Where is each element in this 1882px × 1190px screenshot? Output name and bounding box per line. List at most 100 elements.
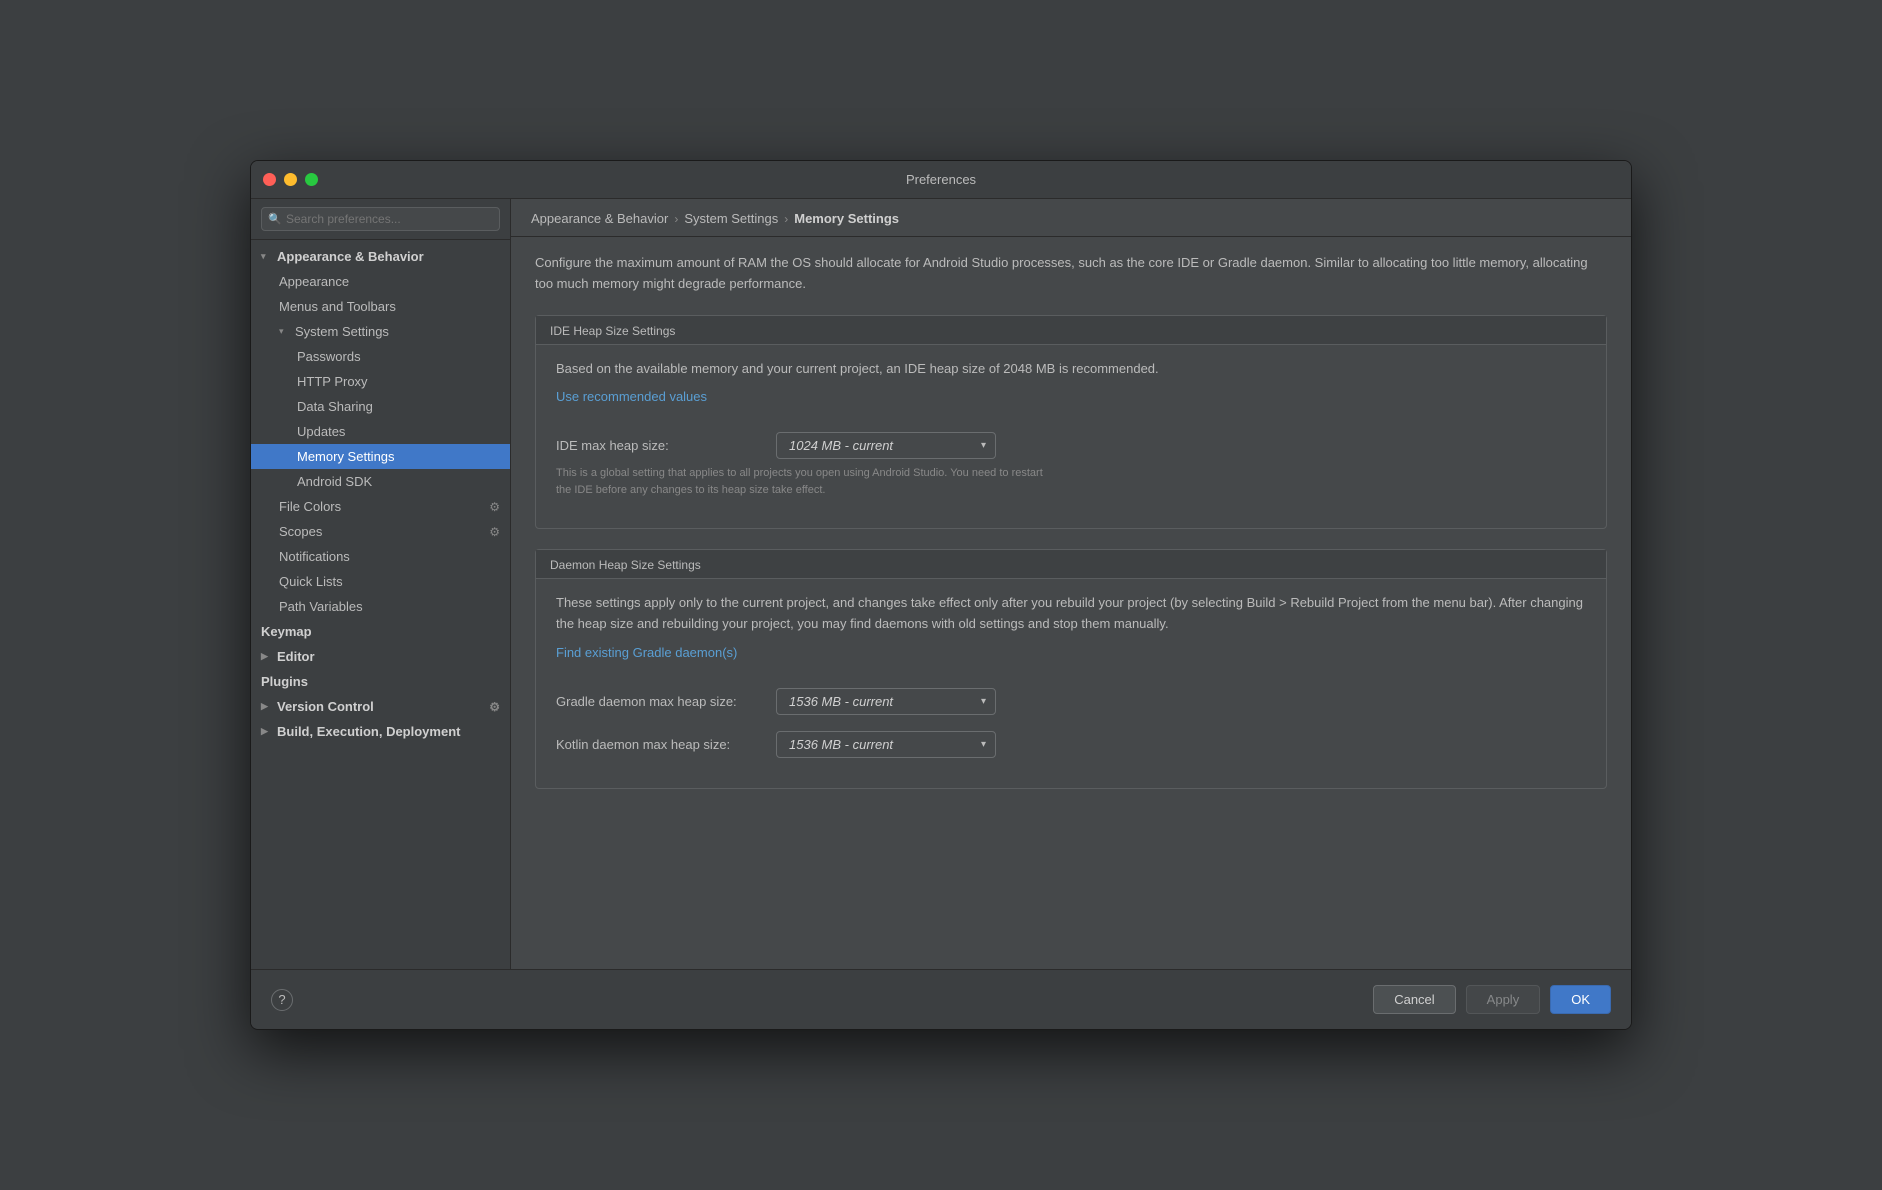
sidebar-item-label: Updates	[297, 424, 345, 439]
kotlin-heap-dropdown-wrapper: 512 MB 750 MB 1024 MB 1536 MB - current …	[776, 731, 996, 758]
sidebar-item-label: Notifications	[279, 549, 350, 564]
ide-heap-setting-block: IDE max heap size: 512 MB 750 MB 1024 MB…	[556, 432, 1586, 498]
gradle-heap-dropdown-wrapper: 512 MB 750 MB 1024 MB 1536 MB - current …	[776, 688, 996, 715]
ok-button[interactable]: OK	[1550, 985, 1611, 1014]
sidebar-item-label: System Settings	[295, 324, 389, 339]
search-bar: 🔍	[251, 199, 510, 240]
breadcrumb: Appearance & Behavior › System Settings …	[511, 199, 1631, 237]
close-button[interactable]	[263, 173, 276, 186]
footer: ? Cancel Apply OK	[251, 969, 1631, 1029]
breadcrumb-item-1: Appearance & Behavior	[531, 211, 668, 226]
content-panel: Appearance & Behavior › System Settings …	[511, 199, 1631, 969]
search-wrapper: 🔍	[261, 207, 500, 231]
sidebar-item-label: Appearance	[279, 274, 349, 289]
cancel-button[interactable]: Cancel	[1373, 985, 1455, 1014]
sidebar-item-quick-lists[interactable]: Quick Lists	[251, 569, 510, 594]
apply-button[interactable]: Apply	[1466, 985, 1541, 1014]
sidebar-item-label: Keymap	[261, 624, 312, 639]
gradle-heap-setting-row: Gradle daemon max heap size: 512 MB 750 …	[556, 688, 1586, 715]
sidebar-item-editor[interactable]: ▶ Editor	[251, 644, 510, 669]
sidebar-item-notifications[interactable]: Notifications	[251, 544, 510, 569]
sidebar-tree: ▾ Appearance & Behavior Appearance Menus…	[251, 240, 510, 969]
sidebar-item-label: Menus and Toolbars	[279, 299, 396, 314]
breadcrumb-item-2: System Settings	[684, 211, 778, 226]
sidebar-item-http-proxy[interactable]: HTTP Proxy	[251, 369, 510, 394]
kotlin-heap-setting-row: Kotlin daemon max heap size: 512 MB 750 …	[556, 731, 1586, 758]
sidebar-item-label: Editor	[277, 649, 315, 664]
sidebar-item-label: HTTP Proxy	[297, 374, 368, 389]
sidebar-item-android-sdk[interactable]: Android SDK	[251, 469, 510, 494]
daemon-heap-title: Daemon Heap Size Settings	[536, 550, 1606, 579]
sidebar-item-label: Version Control	[277, 699, 374, 714]
ide-heap-setting-row: IDE max heap size: 512 MB 750 MB 1024 MB…	[556, 432, 1586, 459]
gradle-heap-dropdown[interactable]: 512 MB 750 MB 1024 MB 1536 MB - current …	[776, 688, 996, 715]
sidebar-item-label: Quick Lists	[279, 574, 343, 589]
ide-heap-body: Based on the available memory and your c…	[536, 345, 1606, 529]
sidebar-item-menus-toolbars[interactable]: Menus and Toolbars	[251, 294, 510, 319]
use-recommended-link[interactable]: Use recommended values	[556, 389, 707, 404]
expand-icon: ▶	[261, 701, 271, 712]
content-scroll: Configure the maximum amount of RAM the …	[511, 237, 1631, 969]
sidebar-item-passwords[interactable]: Passwords	[251, 344, 510, 369]
daemon-heap-section: Daemon Heap Size Settings These settings…	[535, 549, 1607, 789]
kotlin-heap-dropdown[interactable]: 512 MB 750 MB 1024 MB 1536 MB - current …	[776, 731, 996, 758]
minimize-button[interactable]	[284, 173, 297, 186]
window-controls	[263, 173, 318, 186]
sidebar-item-build-execution[interactable]: ▶ Build, Execution, Deployment	[251, 719, 510, 744]
sidebar-item-file-colors[interactable]: File Colors ⚙	[251, 494, 510, 519]
daemon-heap-body: These settings apply only to the current…	[536, 579, 1606, 788]
main-content: 🔍 ▾ Appearance & Behavior Appearance Men…	[251, 199, 1631, 969]
sidebar-item-label: Plugins	[261, 674, 308, 689]
sidebar-item-memory-settings[interactable]: Memory Settings	[251, 444, 510, 469]
sidebar-item-label: Memory Settings	[297, 449, 395, 464]
find-gradle-daemon-link[interactable]: Find existing Gradle daemon(s)	[556, 645, 737, 660]
sidebar-item-keymap[interactable]: Keymap	[251, 619, 510, 644]
gradle-heap-setting-block: Gradle daemon max heap size: 512 MB 750 …	[556, 688, 1586, 715]
help-button[interactable]: ?	[271, 989, 293, 1011]
recommendation-text: Based on the available memory and your c…	[556, 359, 1586, 380]
breadcrumb-arrow-2: ›	[784, 212, 788, 226]
settings-icon: ⚙	[489, 700, 500, 714]
sidebar-item-path-variables[interactable]: Path Variables	[251, 594, 510, 619]
sidebar: 🔍 ▾ Appearance & Behavior Appearance Men…	[251, 199, 511, 969]
titlebar: Preferences	[251, 161, 1631, 199]
help-icon: ?	[278, 992, 285, 1007]
ide-heap-section: IDE Heap Size Settings Based on the avai…	[535, 315, 1607, 530]
sidebar-item-label: Data Sharing	[297, 399, 373, 414]
expand-icon: ▾	[261, 251, 271, 262]
sidebar-item-system-settings[interactable]: ▾ System Settings	[251, 319, 510, 344]
daemon-description-text: These settings apply only to the current…	[556, 593, 1586, 635]
ide-heap-label: IDE max heap size:	[556, 438, 756, 453]
kotlin-heap-label: Kotlin daemon max heap size:	[556, 737, 756, 752]
ide-heap-dropdown-wrapper: 512 MB 750 MB 1024 MB - current 2048 MB …	[776, 432, 996, 459]
sidebar-item-version-control[interactable]: ▶ Version Control ⚙	[251, 694, 510, 719]
sidebar-item-data-sharing[interactable]: Data Sharing	[251, 394, 510, 419]
description-text: Configure the maximum amount of RAM the …	[535, 253, 1607, 295]
gradle-heap-label: Gradle daemon max heap size:	[556, 694, 756, 709]
expand-icon: ▶	[261, 726, 271, 737]
sidebar-item-label: Passwords	[297, 349, 361, 364]
expand-icon: ▶	[261, 651, 271, 662]
sidebar-item-label: Path Variables	[279, 599, 363, 614]
ide-heap-dropdown[interactable]: 512 MB 750 MB 1024 MB - current 2048 MB …	[776, 432, 996, 459]
window-title: Preferences	[906, 172, 976, 187]
expand-icon: ▾	[279, 326, 289, 337]
search-input[interactable]	[261, 207, 500, 231]
sidebar-item-appearance-behavior[interactable]: ▾ Appearance & Behavior	[251, 244, 510, 269]
sidebar-item-label: Appearance & Behavior	[277, 249, 424, 264]
sidebar-item-label: Build, Execution, Deployment	[277, 724, 460, 739]
sidebar-item-scopes[interactable]: Scopes ⚙	[251, 519, 510, 544]
sidebar-item-label: Scopes	[279, 524, 322, 539]
breadcrumb-arrow-1: ›	[674, 212, 678, 226]
kotlin-heap-setting-block: Kotlin daemon max heap size: 512 MB 750 …	[556, 731, 1586, 758]
sidebar-item-plugins[interactable]: Plugins	[251, 669, 510, 694]
search-icon: 🔍	[268, 213, 282, 226]
sidebar-item-appearance[interactable]: Appearance	[251, 269, 510, 294]
sidebar-item-label: File Colors	[279, 499, 341, 514]
preferences-window: Preferences 🔍 ▾ Appearance & Behavior Ap…	[250, 160, 1632, 1030]
footer-buttons: Cancel Apply OK	[1373, 985, 1611, 1014]
ide-heap-hint: This is a global setting that applies to…	[556, 465, 1056, 498]
settings-icon: ⚙	[489, 500, 500, 514]
maximize-button[interactable]	[305, 173, 318, 186]
sidebar-item-updates[interactable]: Updates	[251, 419, 510, 444]
